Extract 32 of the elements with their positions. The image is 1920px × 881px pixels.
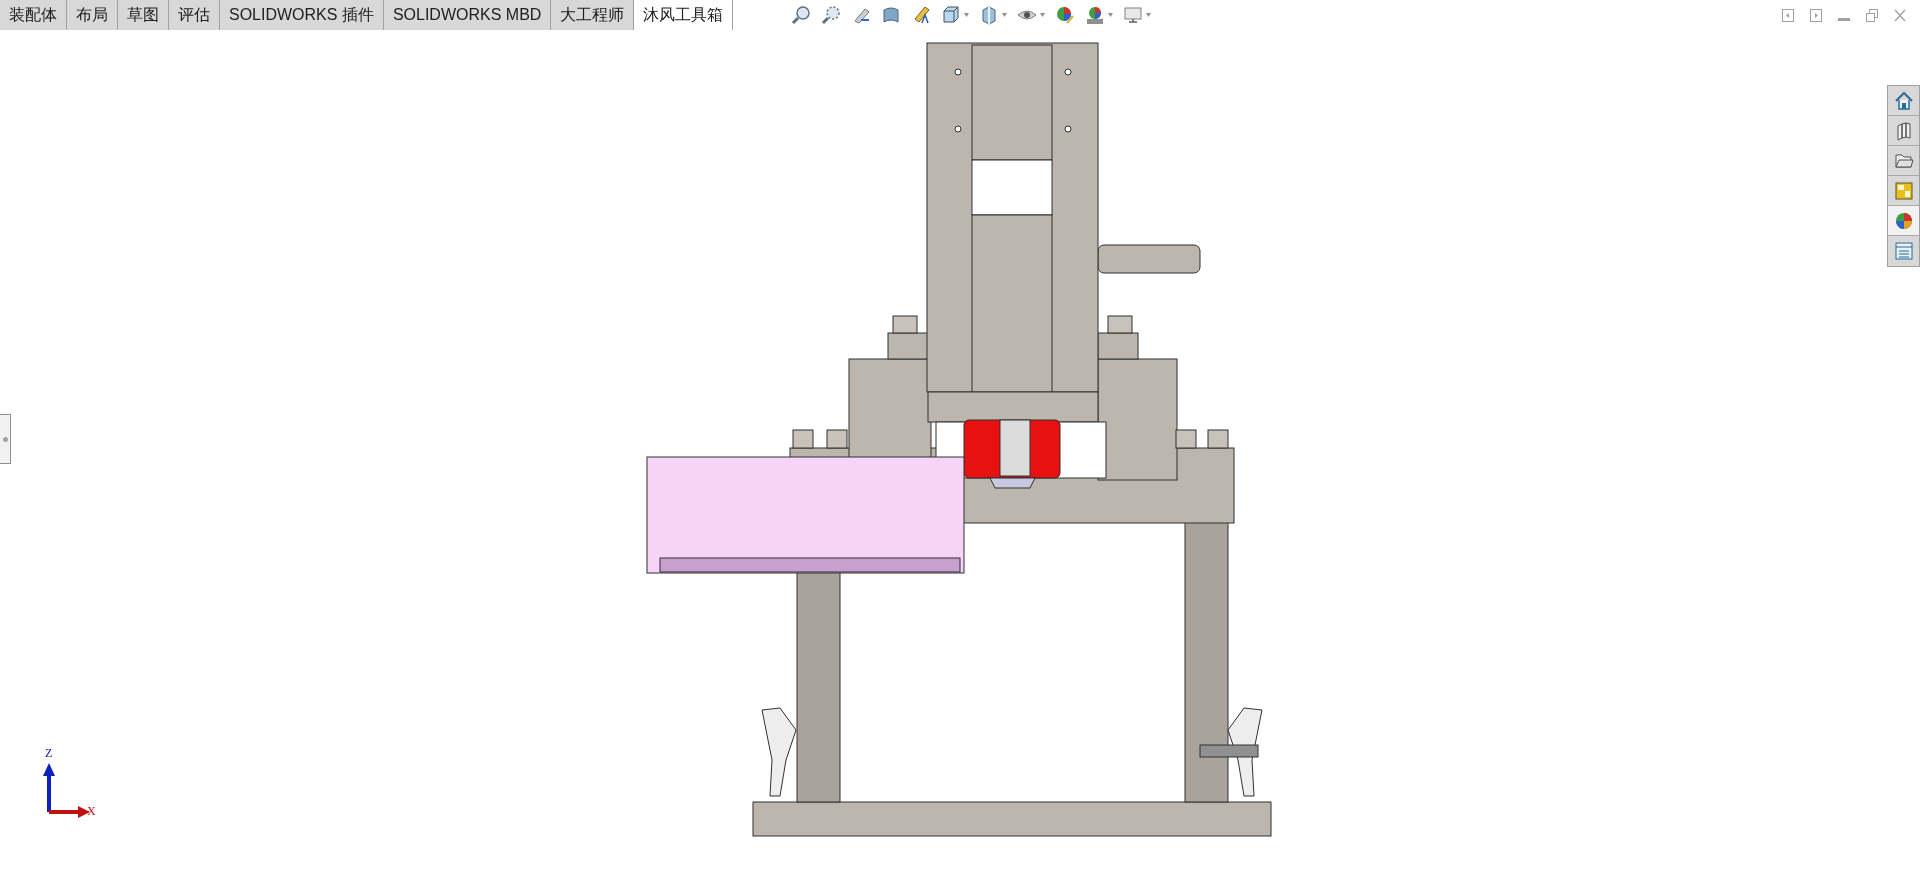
zoom-to-area-icon[interactable]: [821, 5, 842, 25]
caret-icon[interactable]: [1040, 13, 1046, 17]
home-icon: [1893, 90, 1914, 111]
tab[interactable]: 评估: [169, 0, 220, 30]
tab[interactable]: 草图: [118, 0, 169, 30]
tile-left-icon[interactable]: [1782, 9, 1794, 22]
caret-icon[interactable]: [1146, 13, 1152, 17]
view-orientation-icon[interactable]: [941, 5, 962, 25]
tab[interactable]: 大工程师: [551, 0, 635, 30]
palette-icon: [1893, 180, 1914, 201]
scene-icon[interactable]: [1085, 5, 1106, 25]
tab[interactable]: SOLIDWORKS 插件: [220, 0, 384, 30]
tab[interactable]: 布局: [67, 0, 118, 30]
tab[interactable]: 沐风工具箱: [634, 0, 734, 30]
section-view-icon[interactable]: [881, 5, 902, 25]
z-axis-label: Z: [45, 747, 53, 759]
tab[interactable]: SOLIDWORKS MBD: [383, 0, 552, 30]
caret-icon[interactable]: [1108, 13, 1114, 17]
appearances-tab[interactable]: [1888, 206, 1919, 236]
panel-expand-handle[interactable]: [0, 414, 11, 464]
zoom-to-fit-icon[interactable]: [791, 5, 812, 25]
monitor-icon[interactable]: [1123, 5, 1144, 25]
tile-right-icon[interactable]: [1810, 9, 1822, 22]
color-ball-icon: [1893, 210, 1914, 231]
edit-appearance-icon[interactable]: [1055, 5, 1076, 25]
list-icon: [1893, 241, 1914, 261]
restore-icon[interactable]: [1866, 9, 1878, 22]
caret-icon[interactable]: [964, 13, 970, 17]
close-icon[interactable]: [1894, 9, 1906, 22]
x-axis-label: X: [87, 805, 96, 817]
tab[interactable]: 装配体: [0, 0, 67, 30]
caret-icon[interactable]: [1002, 13, 1008, 17]
